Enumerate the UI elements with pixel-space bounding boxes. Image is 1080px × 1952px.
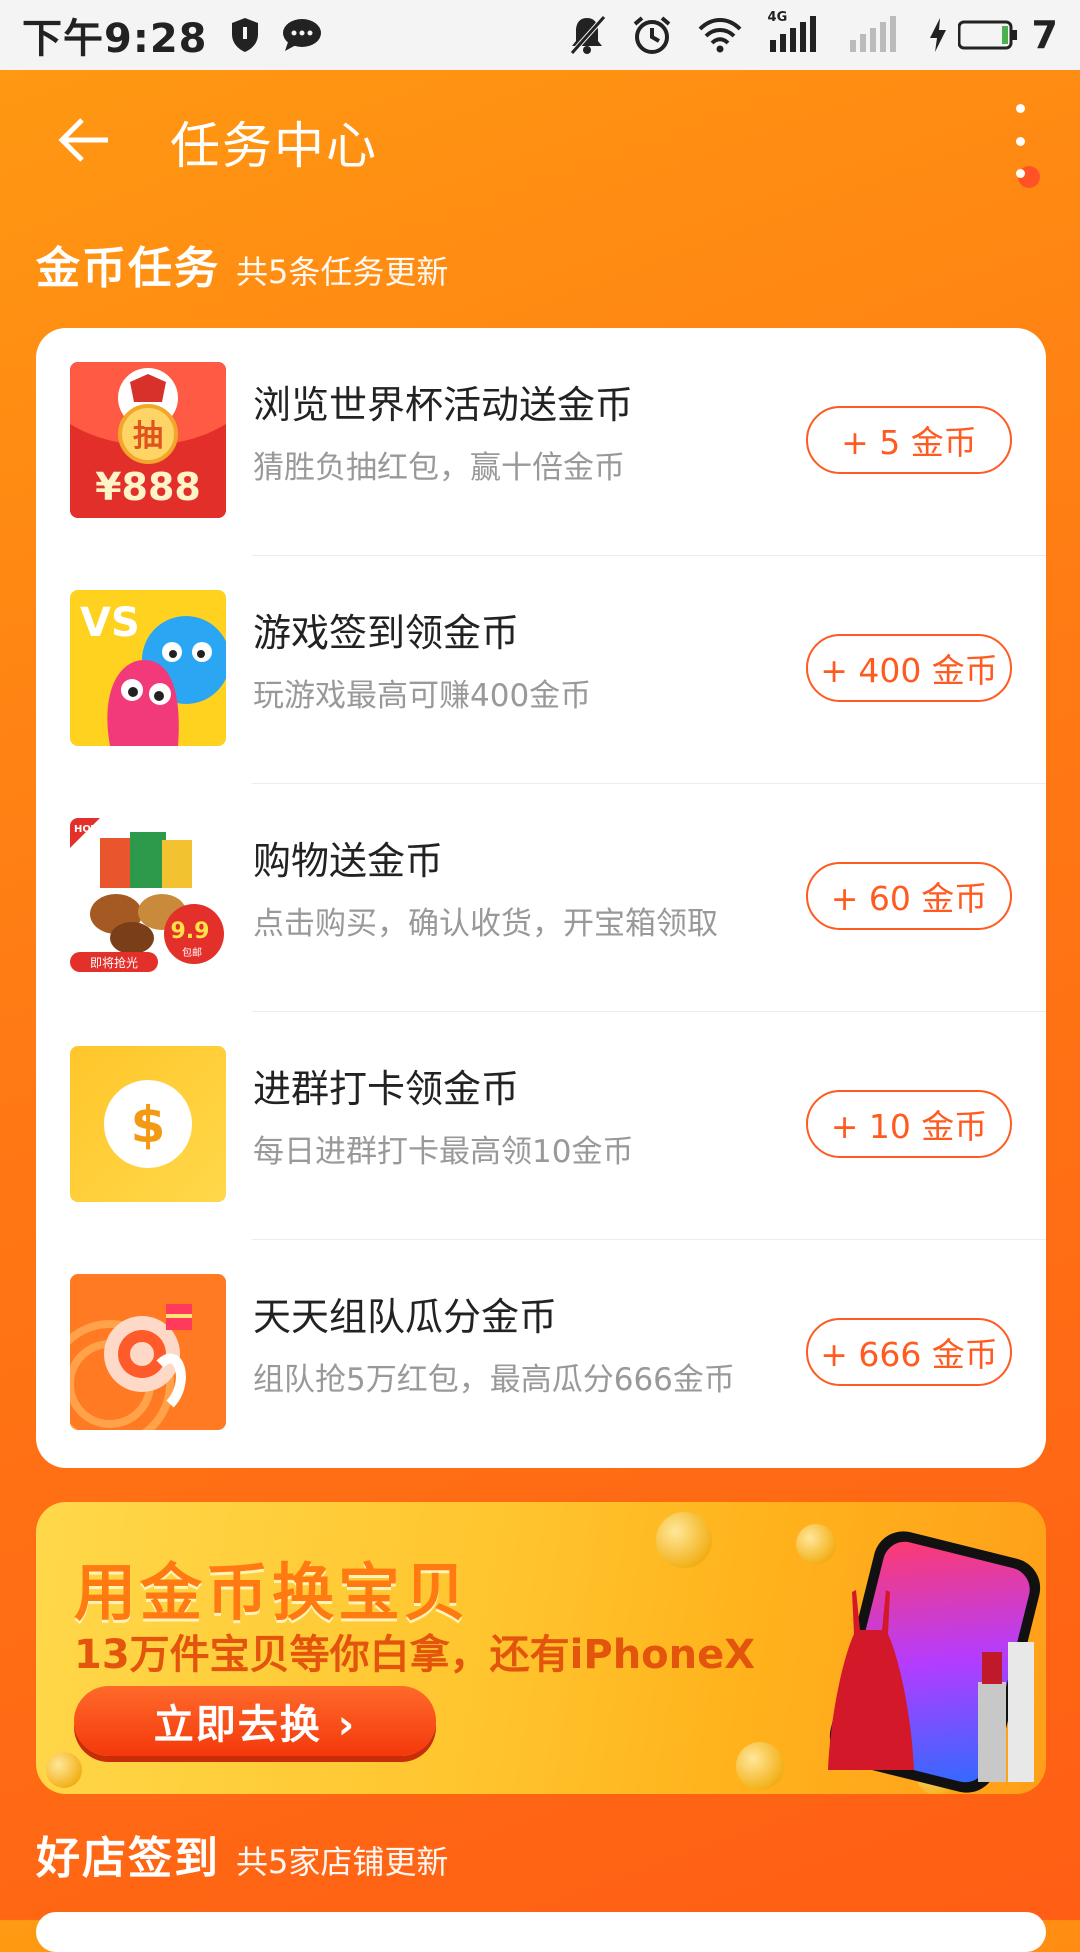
- task-thumbnail-team: [70, 1274, 226, 1430]
- task-title: 浏览世界杯活动送金币: [253, 383, 634, 427]
- task-item-worldcup[interactable]: 抽 ¥888 浏览世界杯活动送金币 猜胜负抽红包，赢十倍金币 + 5 金币: [36, 328, 1046, 556]
- mute-icon: [568, 15, 606, 55]
- task-item-team[interactable]: 天天组队瓜分金币 组队抢5万红包，最高瓜分666金币 + 666 金币: [36, 1240, 1046, 1468]
- task-list-card: 抽 ¥888 浏览世界杯活动送金币 猜胜负抽红包，赢十倍金币 + 5 金币 VS…: [36, 328, 1046, 1468]
- reward-button[interactable]: + 60 金币: [806, 862, 1012, 930]
- red-envelope-icon: 抽 ¥888: [70, 362, 226, 518]
- more-dot-icon: [1015, 104, 1025, 113]
- coin-section-title: 金币任务: [36, 243, 220, 294]
- coin-dollar-icon: $: [70, 1046, 226, 1202]
- battery-icon: [957, 19, 1018, 51]
- thumb-text-dollar: $: [131, 1096, 166, 1154]
- lipstick-product-image: [978, 1642, 1034, 1782]
- back-arrow-icon: [58, 118, 108, 162]
- dress-product-image: [828, 1590, 914, 1770]
- thumb-text-vs: VS: [80, 600, 140, 646]
- task-thumbnail-game: VS: [70, 590, 226, 746]
- game-vs-icon: VS: [70, 590, 226, 746]
- task-item-group-checkin[interactable]: $ 进群打卡领金币 每日进群打卡最高领10金币 + 10 金币: [36, 1012, 1046, 1240]
- banner-subtitle: 13万件宝贝等你白拿，还有iPhoneX: [74, 1632, 756, 1678]
- task-title: 购物送金币: [253, 839, 444, 883]
- shop-section-subtitle: 共5家店铺更新: [236, 1843, 449, 1881]
- coin-decoration: [796, 1524, 836, 1564]
- reward-button[interactable]: + 400 金币: [806, 634, 1012, 702]
- thumb-text-888: ¥888: [95, 465, 201, 509]
- more-dot-icon: [1015, 169, 1025, 178]
- status-time: 下午9:28: [22, 16, 208, 62]
- task-title: 天天组队瓜分金币: [253, 1295, 558, 1339]
- coin-decoration: [46, 1752, 82, 1788]
- banner-title: 用金币换宝贝: [74, 1556, 471, 1629]
- message-icon: [282, 18, 322, 52]
- status-bar: 下午9:28 4G 7: [0, 0, 1080, 70]
- signal-icon: 4G: [768, 10, 822, 54]
- task-desc: 猜胜负抽红包，赢十倍金币: [253, 450, 625, 486]
- more-options-button[interactable]: [1000, 104, 1040, 178]
- exchange-banner[interactable]: 用金币换宝贝 13万件宝贝等你白拿，还有iPhoneX 立即去换 ›: [36, 1502, 1046, 1794]
- shop-section-title: 好店签到: [36, 1833, 220, 1884]
- coin-section-subtitle: 共5条任务更新: [236, 253, 449, 291]
- shop-section-heading: 好店签到 共5家店铺更新: [36, 1822, 448, 1886]
- header: 任务中心: [0, 70, 1080, 210]
- task-thumbnail-worldcup: 抽 ¥888: [70, 362, 226, 518]
- thumb-text-chou: 抽: [133, 419, 163, 454]
- page-title: 任务中心: [170, 117, 378, 175]
- signal-icon-2: [848, 16, 902, 54]
- shop-list-card: [36, 1912, 1046, 1952]
- network-label: 4G: [767, 10, 788, 25]
- task-item-game[interactable]: VS 游戏签到领金币 玩游戏最高可赚400金币 + 400 金币: [36, 556, 1046, 784]
- task-desc: 组队抢5万红包，最高瓜分666金币: [253, 1362, 735, 1398]
- task-item-shopping[interactable]: HOT 9.9 包邮 即将抢光 购物送金币 点击购买，确认收货，开宝箱领取 + …: [36, 784, 1046, 1012]
- shield-icon: [230, 17, 260, 53]
- alarm-icon: [632, 15, 672, 55]
- reward-button[interactable]: + 666 金币: [806, 1318, 1012, 1386]
- snacks-product-icon: HOT 9.9 包邮 即将抢光: [70, 818, 226, 974]
- task-title: 进群打卡领金币: [253, 1067, 520, 1111]
- task-desc: 点击购买，确认收货，开宝箱领取: [253, 906, 718, 942]
- thumb-text-selling-out: 即将抢光: [90, 955, 138, 970]
- more-dot-icon: [1015, 136, 1025, 146]
- exchange-now-button[interactable]: 立即去换 ›: [74, 1686, 436, 1756]
- coin-section-heading: 金币任务 共5条任务更新: [36, 232, 448, 296]
- back-button[interactable]: [44, 108, 124, 172]
- task-title: 游戏签到领金币: [253, 611, 520, 655]
- battery-number: 7: [1031, 13, 1058, 57]
- team-target-icon: [70, 1274, 226, 1430]
- thumb-text-free-ship: 包邮: [182, 946, 202, 959]
- coin-decoration: [736, 1742, 784, 1790]
- task-thumbnail-group: $: [70, 1046, 226, 1202]
- charging-icon: [928, 18, 948, 52]
- wifi-icon: [698, 17, 742, 53]
- thumb-text-price: 9.9: [171, 919, 210, 944]
- thumb-text-hot: HOT: [74, 824, 98, 835]
- task-thumbnail-shopping: HOT 9.9 包邮 即将抢光: [70, 818, 226, 974]
- reward-button[interactable]: + 5 金币: [806, 406, 1012, 474]
- task-desc: 每日进群打卡最高领10金币: [253, 1134, 634, 1170]
- task-desc: 玩游戏最高可赚400金币: [253, 678, 592, 714]
- coin-decoration: [656, 1512, 712, 1568]
- reward-button[interactable]: + 10 金币: [806, 1090, 1012, 1158]
